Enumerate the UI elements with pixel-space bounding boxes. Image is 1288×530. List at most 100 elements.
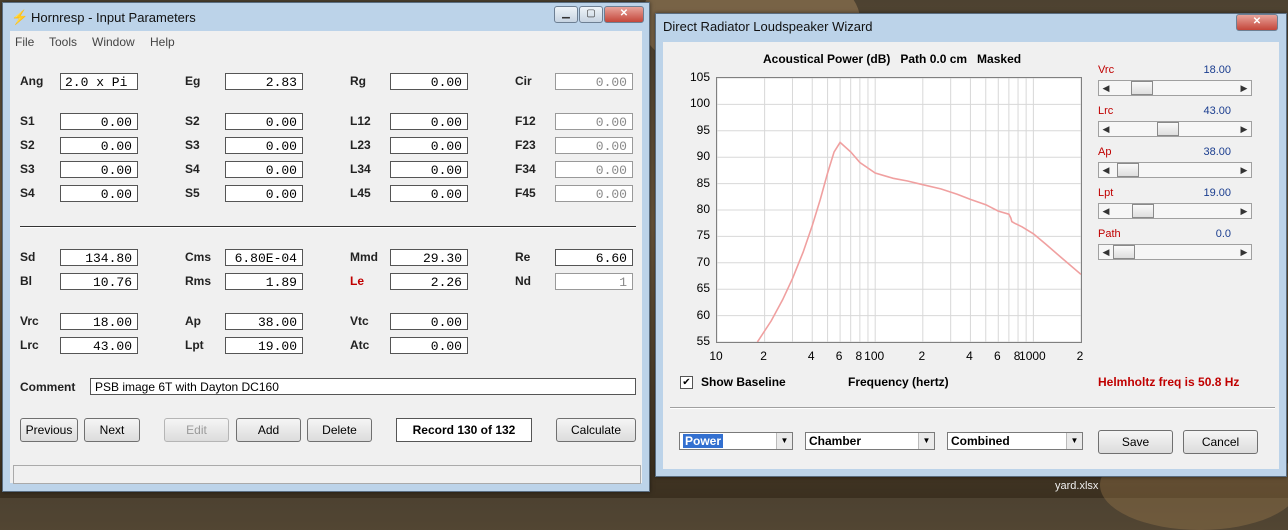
slider-left-arrow-icon[interactable]: ◀ (1099, 163, 1113, 177)
param-field-s5[interactable]: 0.00 (225, 185, 303, 202)
param-label-f45: F45 (515, 186, 536, 200)
window-title: Direct Radiator Loudspeaker Wizard (663, 19, 873, 34)
param-field-s2[interactable]: 0.00 (225, 113, 303, 130)
param-field-cir: 0.00 (555, 73, 633, 90)
divider (670, 407, 1275, 409)
menu-tools[interactable]: Tools (49, 35, 77, 49)
param-field-l12[interactable]: 0.00 (390, 113, 468, 130)
param-field-l23[interactable]: 0.00 (390, 137, 468, 154)
slider-right-arrow-icon[interactable]: ▶ (1237, 81, 1251, 95)
param-field-lrc[interactable]: 43.00 (60, 337, 138, 354)
param-label-ang: Ang (20, 74, 44, 88)
chamber-select[interactable]: Chamber ▼ (805, 432, 935, 450)
slider-thumb[interactable] (1156, 122, 1179, 136)
param-field-cms[interactable]: 6.80E-04 (225, 249, 303, 266)
cancel-button[interactable]: Cancel (1183, 430, 1258, 454)
param-field-s4[interactable]: 0.00 (60, 185, 138, 202)
slider-right-arrow-icon[interactable]: ▶ (1237, 163, 1251, 177)
x-tick-label: 4 (966, 349, 973, 363)
combined-select[interactable]: Combined ▼ (947, 432, 1083, 450)
minimize-button[interactable]: ▁ (554, 6, 578, 23)
save-button[interactable]: Save (1098, 430, 1173, 454)
close-button[interactable]: ✕ (1236, 14, 1278, 31)
slider-right-arrow-icon[interactable]: ▶ (1237, 245, 1251, 259)
param-field-le[interactable]: 2.26 (390, 273, 468, 290)
slider-left-arrow-icon[interactable]: ◀ (1099, 204, 1113, 218)
param-field-rms[interactable]: 1.89 (225, 273, 303, 290)
param-field-l45[interactable]: 0.00 (390, 185, 468, 202)
y-tick-label: 55 (696, 334, 710, 348)
response-type-select[interactable]: Power ▼ (679, 432, 793, 450)
comment-field[interactable]: PSB image 6T with Dayton DC160 (90, 378, 636, 395)
menu-file[interactable]: File (15, 35, 34, 49)
slider-left-arrow-icon[interactable]: ◀ (1099, 122, 1113, 136)
param-field-vrc[interactable]: 18.00 (60, 313, 138, 330)
param-field-bl[interactable]: 10.76 (60, 273, 138, 290)
acoustical-power-curve (756, 141, 1081, 342)
param-label-s2: S2 (185, 114, 200, 128)
param-field-s1[interactable]: 0.00 (60, 113, 138, 130)
param-field-ap[interactable]: 38.00 (225, 313, 303, 330)
param-label-rg: Rg (350, 74, 366, 88)
add-button[interactable]: Add (236, 418, 301, 442)
param-field-s4[interactable]: 0.00 (225, 161, 303, 178)
param-label-cir: Cir (515, 74, 532, 88)
param-field-s2[interactable]: 0.00 (60, 137, 138, 154)
param-field-s3[interactable]: 0.00 (60, 161, 138, 178)
slider-thumb[interactable] (1117, 163, 1140, 177)
param-field-atc[interactable]: 0.00 (390, 337, 468, 354)
app-icon: ⚡ (11, 9, 29, 25)
chevron-down-icon[interactable]: ▼ (1066, 433, 1082, 449)
chevron-down-icon[interactable]: ▼ (918, 433, 934, 449)
param-label-lrc: Lrc (20, 338, 39, 352)
slider-thumb[interactable] (1113, 245, 1135, 259)
maximize-button[interactable]: ▢ (579, 6, 603, 23)
slider-path[interactable]: ◀ ▶ (1098, 244, 1252, 260)
divider (20, 226, 636, 228)
slider-right-arrow-icon[interactable]: ▶ (1237, 122, 1251, 136)
param-field-re[interactable]: 6.60 (555, 249, 633, 266)
previous-button[interactable]: Previous (20, 418, 78, 442)
record-indicator: Record 130 of 132 (396, 418, 532, 442)
slider-right-arrow-icon[interactable]: ▶ (1237, 204, 1251, 218)
slider-lpt[interactable]: ◀ ▶ (1098, 203, 1252, 219)
close-button[interactable]: ✕ (604, 6, 644, 23)
chevron-down-icon[interactable]: ▼ (776, 433, 792, 449)
param-field-ang[interactable]: 2.0 x Pi (60, 73, 138, 90)
slider-thumb[interactable] (1131, 81, 1154, 95)
slider-value-path: 0.0 (1215, 228, 1231, 240)
title-bar[interactable]: ⚡ Hornresp - Input Parameters ▁ ▢ ✕ (3, 3, 649, 31)
param-label-s5: S5 (185, 186, 200, 200)
slider-left-arrow-icon[interactable]: ◀ (1099, 81, 1113, 95)
y-tick-label: 75 (696, 228, 710, 243)
param-field-lpt[interactable]: 19.00 (225, 337, 303, 354)
menu-help[interactable]: Help (150, 35, 175, 49)
slider-lrc[interactable]: ◀ ▶ (1098, 121, 1252, 137)
chart-title: Acoustical Power (dB) Path 0.0 cm Masked (763, 52, 1022, 66)
calculate-button[interactable]: Calculate (556, 418, 636, 442)
param-field-rg[interactable]: 0.00 (390, 73, 468, 90)
slider-thumb[interactable] (1132, 204, 1155, 218)
param-field-l34[interactable]: 0.00 (390, 161, 468, 178)
show-baseline-checkbox[interactable]: ✔ (680, 376, 693, 389)
param-label-s3: S3 (20, 162, 35, 176)
delete-button[interactable]: Delete (307, 418, 372, 442)
param-field-mmd[interactable]: 29.30 (390, 249, 468, 266)
menu-window[interactable]: Window (92, 35, 135, 49)
param-field-sd[interactable]: 134.80 (60, 249, 138, 266)
slider-left-arrow-icon[interactable]: ◀ (1099, 245, 1113, 259)
slider-ap[interactable]: ◀ ▶ (1098, 162, 1252, 178)
slider-vrc[interactable]: ◀ ▶ (1098, 80, 1252, 96)
window-title: Hornresp - Input Parameters (31, 10, 196, 25)
param-field-vtc[interactable]: 0.00 (390, 313, 468, 330)
param-field-eg[interactable]: 2.83 (225, 73, 303, 90)
show-baseline-label[interactable]: Show Baseline (701, 375, 786, 389)
edit-button[interactable]: Edit (164, 418, 229, 442)
desktop-file-label[interactable]: yard.xlsx (1055, 480, 1098, 492)
next-button[interactable]: Next (84, 418, 140, 442)
slider-label-lrc: Lrc (1098, 105, 1114, 117)
param-label-f34: F34 (515, 162, 536, 176)
param-field-s3[interactable]: 0.00 (225, 137, 303, 154)
title-bar[interactable]: Direct Radiator Loudspeaker Wizard ✕ (656, 14, 1286, 42)
y-tick-label: 70 (696, 254, 710, 269)
